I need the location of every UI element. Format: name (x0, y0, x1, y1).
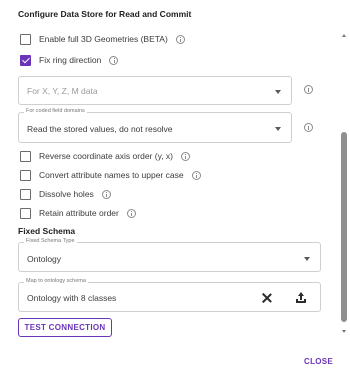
ontology-schema-field[interactable]: Map to ontology schema Ontology with 8 c… (18, 278, 321, 312)
ontology-schema-label: Map to ontology schema (24, 278, 88, 284)
scrollbar[interactable] (340, 28, 350, 340)
xyzm-placeholder: For X, Y, Z, M data (27, 86, 98, 96)
option-label: Fix ring direction (39, 55, 102, 65)
info-icon[interactable] (181, 151, 191, 161)
ontology-schema-value: Ontology with 8 classes (27, 293, 117, 303)
info-icon[interactable] (175, 34, 185, 44)
chevron-down-icon (275, 90, 281, 94)
checkbox-dissolve-holes[interactable] (20, 188, 31, 200)
option-label: Enable full 3D Geometries (BETA) (39, 34, 168, 44)
checkbox-retain-order[interactable] (20, 207, 31, 219)
option-reverse-axis[interactable]: Reverse coordinate axis order (y, x) (20, 149, 191, 163)
scrollbar-thumb[interactable] (341, 132, 347, 322)
upload-icon[interactable] (296, 292, 306, 303)
fixed-schema-type-label: Fixed Schema Type (24, 238, 77, 244)
scroll-down-arrow-icon[interactable] (341, 330, 346, 333)
option-label: Reverse coordinate axis order (y, x) (39, 151, 174, 161)
clear-icon[interactable] (261, 293, 271, 303)
info-icon[interactable] (304, 85, 313, 94)
info-icon[interactable] (101, 189, 111, 199)
option-label: Dissolve holes (39, 189, 94, 199)
checkbox-enable-3d[interactable] (20, 33, 31, 45)
info-icon[interactable] (126, 208, 136, 218)
option-retain-order[interactable]: Retain attribute order (20, 206, 136, 220)
checkbox-reverse-axis[interactable] (20, 150, 31, 162)
xyzm-select[interactable]: For X, Y, Z, M data (18, 76, 292, 105)
close-button[interactable]: CLOSE (304, 357, 333, 366)
dialog-title: Configure Data Store for Read and Commit (18, 9, 192, 19)
fixed-schema-heading: Fixed Schema (18, 226, 76, 236)
option-fix-ring-direction[interactable]: Fix ring direction (20, 53, 119, 67)
scroll-up-arrow-icon[interactable] (341, 34, 346, 37)
option-dissolve-holes[interactable]: Dissolve holes (20, 187, 111, 201)
test-connection-button[interactable]: TEST CONNECTION (18, 318, 112, 337)
dialog-content: Enable full 3D Geometries (BETA) Fix rin… (0, 28, 336, 340)
option-enable-3d[interactable]: Enable full 3D Geometries (BETA) (20, 32, 185, 46)
fixed-schema-type-select[interactable]: Fixed Schema Type Ontology (18, 238, 321, 272)
chevron-down-icon (304, 257, 310, 261)
option-upper-case[interactable]: Convert attribute names to upper case (20, 168, 201, 182)
checkbox-fix-ring-direction[interactable] (20, 54, 31, 66)
fixed-schema-type-value: Ontology (27, 254, 62, 264)
checkbox-upper-case[interactable] (20, 169, 31, 181)
info-icon[interactable] (191, 170, 201, 180)
coded-domains-value: Read the stored values, do not resolve (27, 124, 173, 134)
info-icon[interactable] (304, 123, 313, 132)
coded-domains-label: For coded field domains (24, 108, 87, 114)
chevron-down-icon (275, 127, 281, 131)
option-label: Retain attribute order (39, 208, 119, 218)
info-icon[interactable] (109, 55, 119, 65)
option-label: Convert attribute names to upper case (39, 170, 184, 180)
coded-domains-select[interactable]: For coded field domains Read the stored … (18, 108, 292, 143)
